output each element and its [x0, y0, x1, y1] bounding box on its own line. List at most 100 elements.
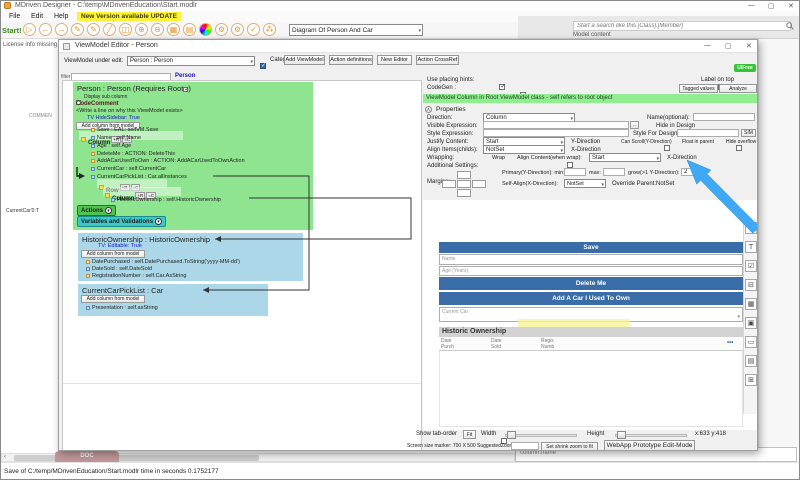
margin-right-input[interactable] — [472, 180, 486, 188]
style-for-design-input[interactable] — [677, 129, 739, 137]
tree-item-age[interactable]: Age : self.Age — [91, 143, 131, 149]
textbox-icon[interactable]: ▤ — [745, 355, 757, 367]
tree-item-registrationnumber[interactable]: RegistrationNumber : self.Car.AsString — [86, 273, 186, 279]
tree-item-datesold[interactable]: DateSold : self.DateSold — [86, 266, 152, 272]
zoom-out-icon[interactable]: ⊖ — [151, 23, 164, 36]
pen-icon[interactable]: ✎ — [71, 23, 84, 36]
preview-age-field[interactable]: Age (Years) — [439, 266, 743, 276]
tree-item-datepurchased[interactable]: DatePurchased : self.DatePurchased.ToStr… — [86, 259, 240, 265]
forward-arrow-icon[interactable]: → — [55, 23, 68, 36]
start-button[interactable]: Start! — [2, 26, 22, 35]
style-expr-input[interactable] — [483, 129, 629, 137]
margin-center-input[interactable] — [457, 180, 471, 188]
analyze-expressions-button[interactable]: Analyze expressions — [719, 84, 757, 93]
table-icon[interactable]: ▦ — [167, 23, 180, 36]
pencil-icon[interactable]: ✎ — [87, 23, 100, 36]
person-link[interactable]: Person — [175, 73, 195, 79]
doc-tab[interactable]: DOC — [55, 451, 119, 462]
use-placing-checkbox[interactable] — [499, 84, 505, 90]
expand-icon[interactable]: ▾ — [155, 218, 162, 225]
button-icon[interactable]: ▭ — [745, 336, 757, 348]
self-align-combo[interactable]: NotSet — [564, 179, 606, 188]
column2-header[interactable]: Column+R=C — [103, 187, 181, 196]
tree-item-save[interactable]: Save : EAL: selfVM.Save — [91, 127, 158, 133]
edit-icon[interactable]: ✎ — [745, 222, 757, 234]
sim-button[interactable]: SIM — [741, 129, 756, 137]
align-content-combo[interactable]: Start — [589, 153, 661, 162]
user-settings-icon[interactable]: ⚙ — [231, 23, 244, 36]
viewmodel-combo[interactable]: Person : Person — [127, 56, 255, 66]
historicownership-box[interactable]: HistoricOwnership : HistoricOwnership TV… — [78, 233, 303, 281]
set-shrink-zoom-button[interactable]: Set shrink zoom to fit — [541, 442, 598, 451]
tv-hidesidebar-link[interactable]: TV HideSidebar: True — [87, 115, 140, 121]
wrap-checkbox[interactable] — [567, 162, 573, 168]
scroll-left-arrow[interactable]: ‹ — [4, 454, 6, 460]
tagged-values-button[interactable]: Tagged values — [679, 84, 718, 93]
diagram-dropdown[interactable]: Diagram Of Person And Car — [289, 24, 423, 36]
expand-icon[interactable]: ▾ — [105, 207, 112, 214]
actions-pill[interactable]: Actions▾ — [77, 205, 116, 216]
tree-item-historicownership[interactable]: HistoricOwnership : self.HistoricOwnersh… — [111, 197, 221, 203]
categ-checkbox[interactable] — [260, 63, 266, 69]
fit-button[interactable]: Fit — [463, 430, 476, 439]
settings-gears-icon[interactable]: ⚙ — [215, 23, 228, 36]
primary-min-input[interactable] — [564, 168, 586, 176]
update-banner[interactable]: New Version available UPDATE — [77, 12, 181, 21]
preview-addcar-button[interactable]: Add A Car I Used To Own — [439, 292, 743, 305]
variables-validations-pill[interactable]: Variables and Validations▾ — [77, 216, 166, 227]
close-icon[interactable]: ✕ — [788, 2, 794, 10]
suggested-zoom-input[interactable] — [511, 442, 539, 450]
col-date-purchased[interactable]: DatePurch — [441, 338, 454, 350]
table-menu-icon[interactable]: ••• — [727, 340, 733, 346]
float-in-parent-checkbox[interactable] — [736, 145, 742, 151]
back-arrow-icon[interactable]: ← — [39, 23, 52, 36]
menu-file[interactable]: File — [9, 13, 20, 20]
height-slider-thumb[interactable] — [617, 431, 626, 439]
dialog-minimize-icon[interactable]: — — [704, 42, 711, 49]
add-viewmodel-button[interactable]: Add ViewModel — [284, 55, 325, 65]
action-definitions-button[interactable]: Action definitions — [329, 55, 373, 65]
h-scrollbar-thumb[interactable] — [14, 455, 259, 461]
image-icon[interactable]: ▣ — [745, 317, 757, 329]
primary-max-input[interactable] — [603, 168, 625, 176]
collapse-icon[interactable]: ∧ — [425, 106, 432, 113]
col-registration-number[interactable]: RegisNumb — [541, 338, 554, 350]
col-date-sold[interactable]: DateSold — [491, 338, 502, 350]
requires-root-checkbox[interactable] — [183, 87, 188, 92]
run-icon[interactable]: ▷ — [23, 23, 36, 36]
tree-item-name[interactable]: Name : self.Name — [91, 135, 141, 141]
preview-delete-button[interactable]: Delete Me — [439, 277, 743, 290]
currentcarpicklist-box[interactable]: CurrentCarPickList : Car Add column from… — [78, 284, 268, 316]
zoom-in-icon[interactable]: ⊕ — [135, 23, 148, 36]
expression-dots-button[interactable]: .. — [630, 121, 639, 129]
grid-icon[interactable]: ⊞ — [745, 374, 757, 386]
line-tool-icon[interactable]: ╱ — [103, 23, 116, 36]
tv-editable-link[interactable]: TV: Editable: True — [98, 243, 142, 249]
frames-icon[interactable]: ▤ — [183, 23, 196, 36]
search-input[interactable] — [573, 21, 791, 31]
color-wheel-icon[interactable] — [199, 23, 212, 36]
new-editor-button[interactable]: New Editor — [377, 55, 412, 65]
align-items-combo[interactable]: NotSet — [483, 145, 565, 154]
grow-input[interactable] — [681, 168, 699, 176]
margin-bottom-input[interactable] — [457, 189, 471, 197]
margin-left-input[interactable] — [442, 180, 456, 188]
preview-table-body[interactable] — [439, 351, 743, 427]
webapp-prototype-button[interactable]: WebApp Prototype Edit-Mode — [604, 440, 695, 451]
maximize-icon[interactable]: ▢ — [768, 2, 775, 10]
minimize-icon[interactable]: — — [748, 2, 755, 9]
menu-help[interactable]: Help — [54, 13, 68, 20]
menu-edit[interactable]: Edit — [31, 13, 43, 20]
dialog-maximize-icon[interactable]: ▢ — [725, 42, 732, 50]
add-column-button[interactable]: Add column from model — [81, 295, 145, 303]
checkbox-icon[interactable]: ☑ — [745, 260, 757, 272]
screens-icon[interactable]: ◫ — [119, 23, 132, 36]
chevron-down-icon[interactable]: ▾ — [737, 314, 740, 320]
validate-icon[interactable]: ✓ — [247, 23, 260, 36]
preview-name-field[interactable]: Name — [439, 254, 743, 265]
action-crossref-button[interactable]: Action CrossRef — [416, 55, 459, 65]
preview-save-button[interactable]: Save — [439, 242, 743, 253]
can-scroll-checkbox[interactable] — [664, 145, 670, 151]
tree-item-presentation[interactable]: Presentation : self.asString — [86, 305, 158, 311]
tree-item-addacar[interactable]: AddACarUsedToOwn : ACTION: AddACarUsedTo… — [91, 158, 245, 164]
